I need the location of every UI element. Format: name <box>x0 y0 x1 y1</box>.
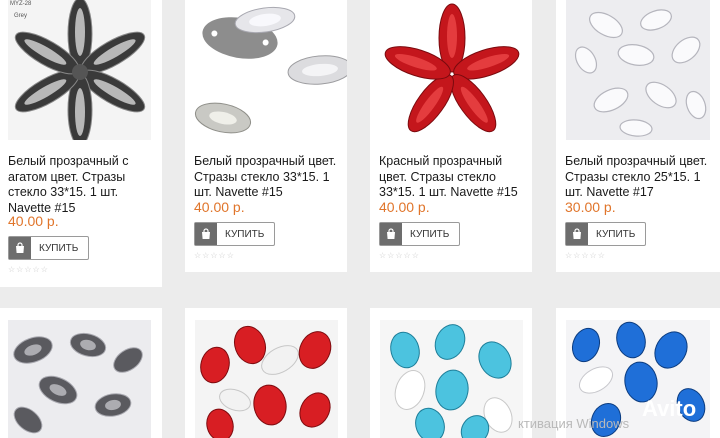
product-card <box>0 308 162 438</box>
product-image[interactable] <box>566 0 710 140</box>
tag-top: MYZ-28 <box>10 1 32 7</box>
shopping-bag-icon <box>9 237 31 259</box>
buy-button-label: КУПИТЬ <box>225 228 265 240</box>
product-image[interactable] <box>380 0 523 140</box>
product-title[interactable]: Белый прозрачный цвет. Стразы стекло 25*… <box>565 154 715 201</box>
product-price: 40.00 р. <box>8 213 59 229</box>
clear-crystal-navette-image <box>185 0 347 140</box>
buy-button[interactable]: КУПИТЬ <box>194 222 276 246</box>
buy-button-label: КУПИТЬ <box>39 242 79 254</box>
rating-stars: ☆☆☆☆☆ <box>194 251 235 260</box>
buy-button-label: КУПИТЬ <box>596 228 636 240</box>
product-price: 30.00 р. <box>565 199 616 215</box>
product-image[interactable] <box>8 320 151 438</box>
avito-logo: Avito <box>642 396 697 421</box>
red-crystal-drops-image <box>195 320 338 438</box>
product-image[interactable] <box>380 320 523 438</box>
product-card: Белый прозрачный цвет. Стразы стекло 33*… <box>185 0 347 272</box>
red-crystal-flower-image <box>380 0 523 140</box>
rating-stars: ☆☆☆☆☆ <box>379 251 420 260</box>
product-card: Белый прозрачный цвет. Стразы стекло 25*… <box>556 0 720 272</box>
grey-crystal-flower-image <box>8 0 151 140</box>
product-title[interactable]: Белый прозрачный с агатом цвет. Стразы с… <box>8 154 153 216</box>
product-image[interactable] <box>185 0 347 140</box>
product-card <box>370 308 532 438</box>
windows-activation-watermark: ктивация Windows <box>518 416 630 431</box>
rating-stars: ☆☆☆☆☆ <box>565 251 606 260</box>
rating-stars: ☆☆☆☆☆ <box>8 265 49 274</box>
shopping-bag-icon <box>566 223 588 245</box>
shopping-bag-icon <box>195 223 217 245</box>
product-image[interactable] <box>8 0 151 140</box>
product-image[interactable] <box>195 320 338 438</box>
tag-bottom: Grey <box>14 13 28 19</box>
grey-crystal-drops-image <box>8 320 151 438</box>
buy-button[interactable]: КУПИТЬ <box>565 222 647 246</box>
product-card: MYZ-28 Grey Белый прозрачный с агатом цв… <box>0 0 162 287</box>
shopping-bag-icon <box>380 223 402 245</box>
buy-button-label: КУПИТЬ <box>410 228 450 240</box>
product-card <box>185 308 347 438</box>
buy-button[interactable]: КУПИТЬ <box>379 222 461 246</box>
clear-crystal-drops-image <box>566 0 710 140</box>
buy-button[interactable]: КУПИТЬ <box>8 236 90 260</box>
product-title[interactable]: Красный прозрачный цвет. Стразы стекло 3… <box>379 154 529 201</box>
product-price: 40.00 р. <box>379 199 430 215</box>
aqua-crystal-drops-image <box>380 320 523 438</box>
product-card: Красный прозрачный цвет. Стразы стекло 3… <box>370 0 532 272</box>
product-price: 40.00 р. <box>194 199 245 215</box>
product-title[interactable]: Белый прозрачный цвет. Стразы стекло 33*… <box>194 154 344 201</box>
